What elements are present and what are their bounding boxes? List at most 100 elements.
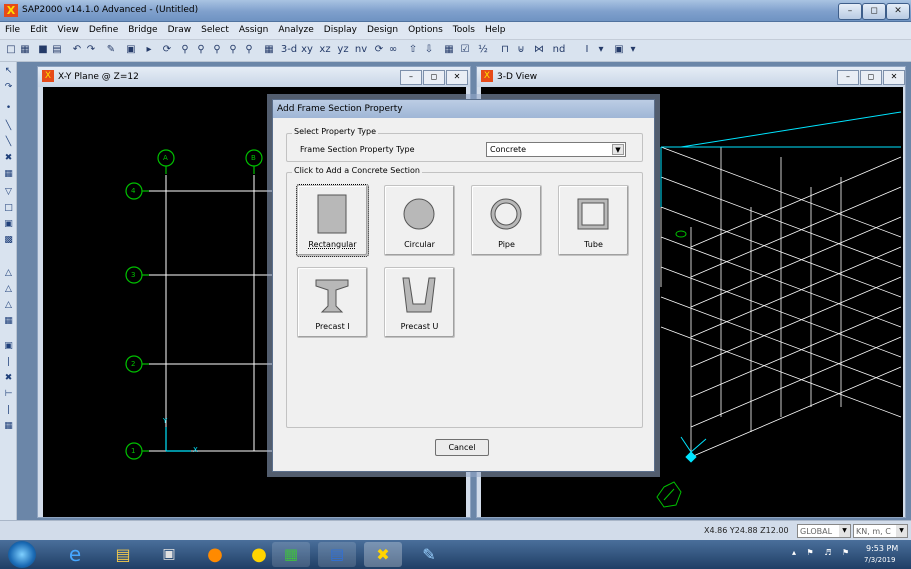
- perspective-icon[interactable]: ∞: [386, 43, 400, 57]
- menu-bridge[interactable]: Bridge: [123, 22, 162, 35]
- zoom-full-icon[interactable]: ⚲: [226, 43, 240, 57]
- rect-area-icon[interactable]: □: [2, 202, 15, 215]
- pane-close-icon-2[interactable]: ✕: [883, 70, 905, 85]
- zoom-window-icon[interactable]: ⚲: [178, 43, 192, 57]
- snap-fine-grid-icon[interactable]: ▦: [2, 420, 15, 433]
- previous-selection-icon[interactable]: △: [2, 283, 15, 296]
- dropdown-arrow-icon-2[interactable]: ▾: [626, 43, 640, 57]
- word-icon[interactable]: ▤: [318, 542, 356, 567]
- redo-icon[interactable]: ↷: [84, 43, 98, 57]
- menu-assign[interactable]: Assign: [234, 22, 273, 35]
- fraction-icon[interactable]: ½: [476, 43, 490, 57]
- refresh-icon[interactable]: ⟳: [160, 43, 174, 57]
- node-display-button[interactable]: nd: [552, 43, 566, 57]
- rotate-icon[interactable]: ⟳: [372, 43, 386, 57]
- view-3d-button[interactable]: 3-d: [280, 43, 298, 57]
- grid-select-icon[interactable]: ▦: [2, 168, 15, 181]
- menu-display[interactable]: Display: [319, 22, 362, 35]
- rectangular-section-button[interactable]: Rectangular: [296, 184, 369, 257]
- view-nv-button[interactable]: nv: [354, 43, 368, 57]
- file-explorer-icon[interactable]: ▤: [104, 542, 142, 567]
- menu-tools[interactable]: Tools: [448, 22, 480, 35]
- internet-explorer-icon[interactable]: e: [56, 542, 94, 567]
- start-button-icon[interactable]: [8, 541, 36, 568]
- intersecting-line-icon[interactable]: ▦: [2, 315, 15, 328]
- tube-section-button[interactable]: Tube: [558, 185, 629, 256]
- clear-selection-icon[interactable]: △: [2, 299, 15, 312]
- draw-frame-icon[interactable]: ╲: [2, 120, 15, 133]
- snap-end-icon[interactable]: |: [2, 356, 15, 369]
- poly-area-icon[interactable]: ▽: [2, 186, 15, 199]
- maximize-icon[interactable]: ◻: [862, 3, 886, 20]
- undo-icon[interactable]: ↶: [70, 43, 84, 57]
- snap-perpendicular-icon[interactable]: ⊢: [2, 388, 15, 401]
- precast-u-section-button[interactable]: Precast U: [384, 267, 455, 338]
- excel-icon[interactable]: ▦: [272, 542, 310, 567]
- cancel-button[interactable]: Cancel: [435, 439, 489, 456]
- pane-restore-icon[interactable]: ◻: [423, 70, 445, 85]
- save-icon[interactable]: ■: [36, 43, 50, 57]
- open-folder-icon[interactable]: ▦: [18, 43, 32, 57]
- sap2000-taskbar-icon[interactable]: ✖: [364, 542, 402, 567]
- pan-icon[interactable]: ▦: [262, 43, 276, 57]
- units-select[interactable]: KN, m, C ▼: [853, 524, 908, 538]
- minimize-icon[interactable]: –: [838, 3, 862, 20]
- pipe-section-button[interactable]: Pipe: [471, 185, 542, 256]
- snap-intersection-icon[interactable]: ✖: [2, 372, 15, 385]
- select-all-icon[interactable]: △: [2, 267, 15, 280]
- solid-icon[interactable]: ▩: [2, 234, 15, 247]
- move-up-icon[interactable]: ⇧: [406, 43, 420, 57]
- close-icon[interactable]: ✕: [886, 3, 910, 20]
- paint-icon[interactable]: ✎: [410, 542, 448, 567]
- frame-cross-icon[interactable]: ⋈: [532, 43, 546, 57]
- menu-options[interactable]: Options: [403, 22, 448, 35]
- zoom-in-icon[interactable]: ⚲: [194, 43, 208, 57]
- display-options-icon[interactable]: ▦: [442, 43, 456, 57]
- frame-section-type-select[interactable]: Concrete ▼: [486, 142, 626, 157]
- circular-section-button[interactable]: Circular: [384, 185, 455, 256]
- run-icon[interactable]: ▸: [142, 43, 156, 57]
- reshape-icon[interactable]: ↷: [2, 81, 15, 94]
- view-xy-button[interactable]: xy: [300, 43, 314, 57]
- pane-restore-icon-2[interactable]: ◻: [860, 70, 882, 85]
- pencil-icon[interactable]: ✎: [104, 43, 118, 57]
- pane-minimize-icon[interactable]: –: [400, 70, 422, 85]
- frame-icon[interactable]: ⊓: [498, 43, 512, 57]
- snap-line-icon[interactable]: |: [2, 404, 15, 417]
- section-i-icon[interactable]: I: [580, 43, 594, 57]
- dropdown-arrow-icon-4[interactable]: ▼: [839, 525, 850, 537]
- menu-file[interactable]: File: [0, 22, 25, 35]
- menu-help[interactable]: Help: [480, 22, 511, 35]
- area-icon[interactable]: ▣: [612, 43, 626, 57]
- firefox-icon[interactable]: ●: [196, 542, 234, 567]
- menu-select[interactable]: Select: [196, 22, 234, 35]
- print-icon[interactable]: ▤: [50, 43, 64, 57]
- move-down-icon[interactable]: ⇩: [422, 43, 436, 57]
- pointer-icon[interactable]: ↖: [2, 65, 15, 78]
- lock-icon[interactable]: ▣: [124, 43, 138, 57]
- pane-minimize-icon-2[interactable]: –: [837, 70, 859, 85]
- point-icon[interactable]: •: [2, 102, 15, 115]
- quick-area-icon[interactable]: ▣: [2, 218, 15, 231]
- menu-define[interactable]: Define: [84, 22, 123, 35]
- menu-edit[interactable]: Edit: [25, 22, 52, 35]
- view-xz-button[interactable]: xz: [318, 43, 332, 57]
- menu-design[interactable]: Design: [362, 22, 403, 35]
- new-file-icon[interactable]: □: [4, 43, 18, 57]
- pane-close-icon[interactable]: ✕: [446, 70, 468, 85]
- draw-cable-icon[interactable]: ╲: [2, 136, 15, 149]
- menu-analyze[interactable]: Analyze: [273, 22, 318, 35]
- menu-draw[interactable]: Draw: [163, 22, 197, 35]
- tray-icons[interactable]: ▴ ⚑ ♬ ⚑: [792, 548, 853, 557]
- dropdown-arrow-icon-3[interactable]: ▼: [612, 144, 624, 155]
- checkbox-icon[interactable]: ☑: [458, 43, 472, 57]
- zoom-previous-icon[interactable]: ⚲: [242, 43, 256, 57]
- dropdown-arrow-icon-5[interactable]: ▼: [896, 525, 907, 537]
- dropdown-arrow-icon[interactable]: ▾: [594, 43, 608, 57]
- menu-view[interactable]: View: [53, 22, 84, 35]
- precast-i-section-button[interactable]: Precast I: [297, 267, 368, 338]
- view-yz-button[interactable]: yz: [336, 43, 350, 57]
- frame-brace-icon[interactable]: ⊎: [514, 43, 528, 57]
- snap-joint-icon[interactable]: ▣: [2, 340, 15, 353]
- media-player-icon[interactable]: ▣: [150, 542, 188, 567]
